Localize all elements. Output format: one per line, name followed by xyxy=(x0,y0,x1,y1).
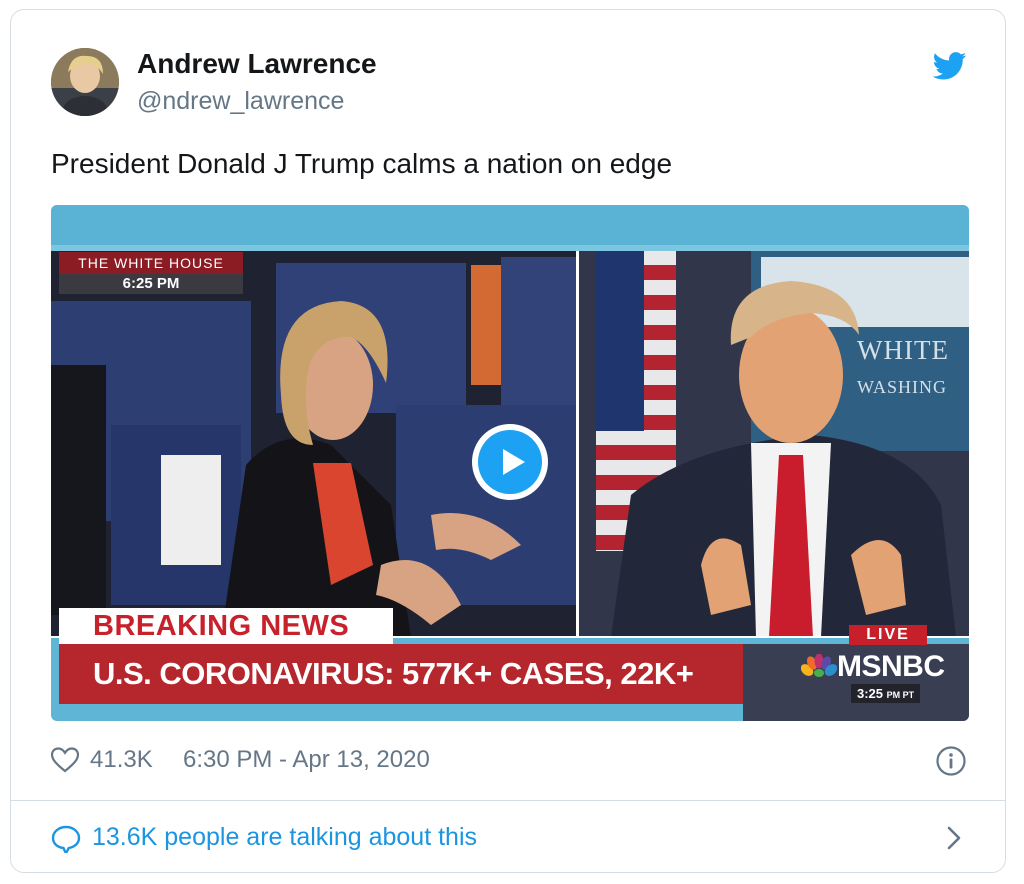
breaking-news-label: BREAKING NEWS xyxy=(59,608,393,644)
chevron-right-icon[interactable] xyxy=(944,826,964,850)
conversation-label[interactable]: 13.6K people are talking about this xyxy=(92,823,477,852)
heart-icon[interactable] xyxy=(51,747,79,773)
location-badge: THE WHITE HOUSE 6:25 PM xyxy=(59,252,243,294)
twitter-bird-icon[interactable] xyxy=(933,52,967,80)
network-timezone: PM PT xyxy=(886,690,915,700)
network-name: MSNBC xyxy=(837,650,945,683)
location-label: THE WHITE HOUSE xyxy=(78,255,224,271)
comment-bubble-icon xyxy=(51,825,81,853)
avatar[interactable] xyxy=(51,48,119,116)
backdrop-text-2: WASHING xyxy=(857,377,947,397)
news-headline: U.S. CORONAVIRUS: 577K+ CASES, 22K+ DEAT… xyxy=(59,644,743,721)
info-icon[interactable] xyxy=(936,746,966,776)
location-time: 6:25 PM xyxy=(59,274,243,294)
network-time-value: 3:25 xyxy=(857,686,884,701)
play-icon xyxy=(478,430,542,494)
video-player[interactable]: THE WHITE HOUSE 6:25 PM WHITE WASHING BR… xyxy=(51,205,969,721)
like-count[interactable]: 41.3K xyxy=(90,746,153,774)
tweet-timestamp[interactable]: 6:30 PM - Apr 13, 2020 xyxy=(183,746,430,774)
conversation-link[interactable]: 13.6K people are talking about this xyxy=(51,821,971,855)
divider xyxy=(11,800,1005,801)
tweet-text: President Donald J Trump calms a nation … xyxy=(51,148,673,179)
network-logo: MSNBC xyxy=(800,650,945,684)
tweet-card: Andrew Lawrence @ndrew_lawrence Presiden… xyxy=(10,9,1006,873)
live-badge: LIVE xyxy=(849,625,927,645)
author-handle[interactable]: @ndrew_lawrence xyxy=(137,87,344,116)
tweet-footer: 41.3K 6:30 PM - Apr 13, 2020 xyxy=(51,746,971,776)
author-display-name[interactable]: Andrew Lawrence xyxy=(137,48,377,80)
backdrop-text-1: WHITE xyxy=(857,335,949,365)
peacock-icon xyxy=(800,653,838,677)
play-button[interactable] xyxy=(472,424,548,500)
network-time: 3:25 PM PT xyxy=(851,684,921,703)
